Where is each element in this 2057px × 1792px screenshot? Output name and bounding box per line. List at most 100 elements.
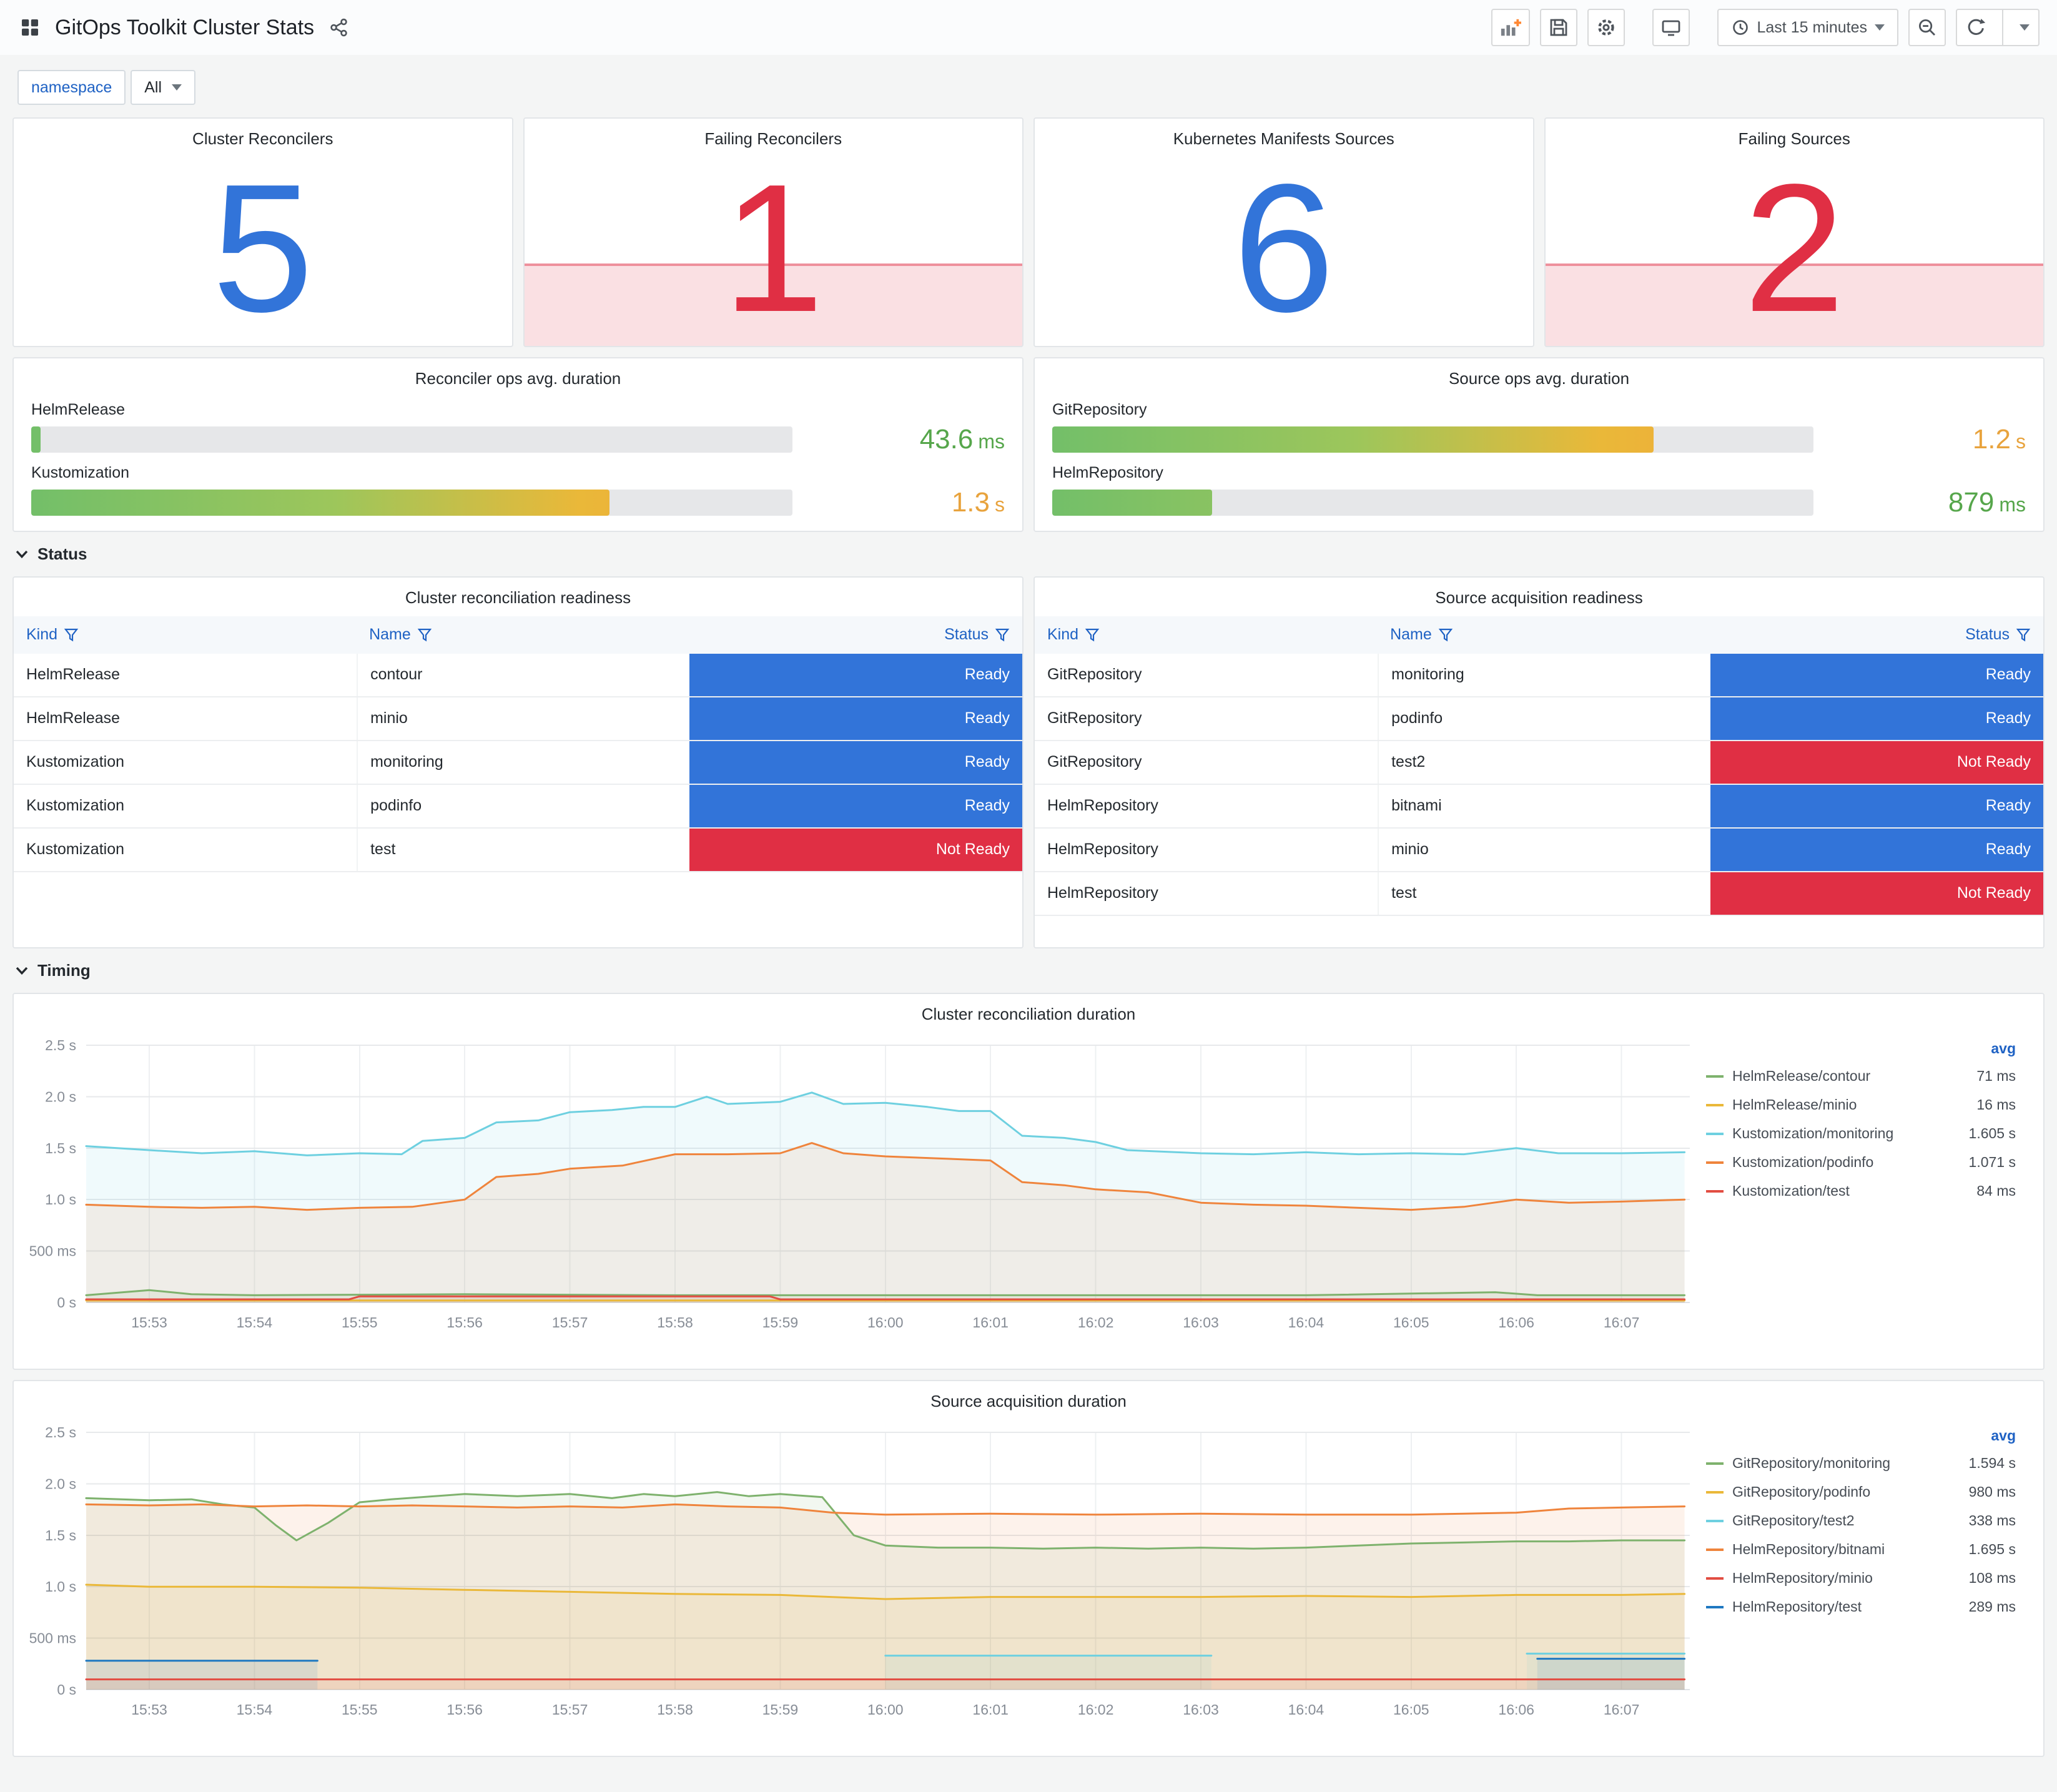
cell-kind: Kustomization <box>26 840 125 859</box>
legend-item[interactable]: GitRepository/podinfo 980 ms <box>1706 1478 2021 1507</box>
gauge-track <box>31 426 792 453</box>
time-range-picker[interactable]: Last 15 minutes <box>1717 9 1898 46</box>
svg-text:1.5 s: 1.5 s <box>45 1527 76 1543</box>
panel-title[interactable]: Cluster reconciliation readiness <box>14 578 1022 609</box>
save-dashboard-button[interactable] <box>1539 9 1577 46</box>
svg-text:1.0 s: 1.0 s <box>45 1191 76 1208</box>
section-status[interactable]: Status <box>15 544 2042 564</box>
series-name: GitRepository/test2 <box>1732 1512 1855 1529</box>
legend-item[interactable]: GitRepository/test2 338 ms <box>1706 1507 2021 1535</box>
series-color-dash <box>1706 1189 1724 1193</box>
legend-item[interactable]: Kustomization/monitoring 1.605 s <box>1706 1120 2021 1148</box>
panel-title[interactable]: Source acquisition readiness <box>1035 578 2043 609</box>
add-panel-button[interactable] <box>1491 9 1530 46</box>
svg-text:16:02: 16:02 <box>1078 1314 1114 1331</box>
share-button[interactable] <box>327 9 352 46</box>
svg-text:16:00: 16:00 <box>867 1701 904 1718</box>
legend-item[interactable]: HelmRelease/contour 71 ms <box>1706 1062 2021 1091</box>
status-badge: Not Ready <box>689 828 1022 871</box>
variable-namespace-value-dropdown[interactable]: All <box>131 70 196 105</box>
table-panel: Source acquisition readiness Kind Name Sta… <box>1033 576 2045 948</box>
panel-title[interactable]: Cluster Reconcilers <box>14 119 512 150</box>
legend-item[interactable]: Kustomization/test 84 ms <box>1706 1177 2021 1206</box>
svg-text:15:57: 15:57 <box>552 1701 588 1718</box>
chart-plot-area[interactable]: 0 s 500 ms 1.0 s 1.5 s 2.0 s 2.5 s 15:53 15:54 1… <box>19 1030 1699 1369</box>
svg-text:16:06: 16:06 <box>1498 1701 1534 1718</box>
gauge-rows: GitRepository 1.2 s HelmRepository 879 ms <box>1035 390 2043 518</box>
svg-text:16:03: 16:03 <box>1183 1701 1219 1718</box>
dashboard-body: Cluster Reconcilers 5 Failing Reconciler… <box>0 117 2057 1780</box>
panel-title[interactable]: Kubernetes Manifests Sources <box>1035 119 1533 150</box>
panel-title[interactable]: Source acquisition duration <box>14 1381 2043 1412</box>
panel-title[interactable]: Failing Sources <box>1546 119 2044 150</box>
legend-item[interactable]: HelmRelease/minio 16 ms <box>1706 1091 2021 1120</box>
cell-name: test2 <box>1378 741 1710 784</box>
chart-plot-area[interactable]: 0 s 500 ms 1.0 s 1.5 s 2.0 s 2.5 s 15:53 15:54 1… <box>19 1417 1699 1756</box>
column-header-name[interactable]: Name <box>1378 616 1710 654</box>
dashboard-settings-button[interactable] <box>1587 9 1625 46</box>
section-timing[interactable]: Timing <box>15 961 2042 980</box>
column-header-name[interactable]: Name <box>357 616 689 654</box>
column-header-status[interactable]: Status <box>1710 616 2043 654</box>
chevron-down-icon <box>16 967 28 975</box>
gauge-fill <box>1052 489 1212 516</box>
legend-item[interactable]: HelmRepository/minio 108 ms <box>1706 1564 2021 1593</box>
stat-value: 5 <box>212 145 313 347</box>
table-header-row: Kind Name Status <box>14 616 1022 654</box>
svg-text:16:05: 16:05 <box>1393 1701 1429 1718</box>
cycle-view-button[interactable] <box>1652 9 1690 46</box>
gauge-label: GitRepository <box>1052 400 1147 418</box>
table-row: HelmRelease minio Ready <box>14 697 1022 741</box>
timeseries-panel: Cluster reconciliation duration 0 s 500 m… <box>12 993 2045 1370</box>
panel-title[interactable]: Reconciler ops avg. duration <box>14 358 1022 390</box>
zoom-out-icon <box>1919 19 1935 36</box>
variable-namespace-label[interactable]: namespace <box>17 70 126 105</box>
svg-text:15:53: 15:53 <box>131 1701 167 1718</box>
status-badge: Not Ready <box>1710 872 2043 915</box>
status-badge: Ready <box>1710 653 2043 696</box>
refresh-interval-dropdown[interactable] <box>2011 10 2038 45</box>
stat-panel: Cluster Reconcilers 5 <box>12 117 513 347</box>
panel-title[interactable]: Source ops avg. duration <box>1035 358 2043 390</box>
status-badge: Ready <box>689 697 1022 740</box>
series-name: HelmRepository/minio <box>1732 1570 1873 1587</box>
series-avg-value: 1.071 s <box>1968 1154 2016 1171</box>
legend-item[interactable]: GitRepository/monitoring 1.594 s <box>1706 1449 2021 1478</box>
column-header-status[interactable]: Status <box>689 616 1022 654</box>
bar-chart-plus-icon <box>1501 19 1521 36</box>
zoom-out-time-button[interactable] <box>1908 9 1946 46</box>
bar-gauge-panel: Source ops avg. duration GitRepository 1… <box>1033 357 2045 532</box>
series-color-dash <box>1706 1605 1724 1608</box>
chevron-down-icon <box>16 550 28 558</box>
legend-item[interactable]: HelmRepository/test 289 ms <box>1706 1593 2021 1622</box>
gauge-label: Kustomization <box>31 463 130 481</box>
tv-icon <box>1662 20 1680 36</box>
legend-item[interactable]: HelmRepository/bitnami 1.695 s <box>1706 1535 2021 1564</box>
svg-text:15:55: 15:55 <box>342 1314 378 1331</box>
status-badge: Ready <box>1710 697 2043 740</box>
legend-item[interactable]: Kustomization/podinfo 1.071 s <box>1706 1148 2021 1177</box>
table-row: Kustomization podinfo Ready <box>14 784 1022 829</box>
svg-text:16:07: 16:07 <box>1604 1701 1640 1718</box>
dashboards-grid-icon[interactable] <box>17 9 42 46</box>
column-header-kind[interactable]: Kind <box>14 616 357 654</box>
refresh-button[interactable] <box>1957 10 1995 45</box>
table-row: Kustomization test Not Ready <box>14 828 1022 872</box>
chart-legend: avg GitRepository/monitoring 1.594 s GitRe… <box>1699 1417 2033 1756</box>
panel-title[interactable]: Cluster reconciliation duration <box>14 994 2043 1025</box>
gauge-row: HelmRepository 879 ms <box>1052 464 2026 518</box>
stat-value: 2 <box>1744 145 1845 347</box>
gauge-value: 879 ms <box>1948 486 2026 518</box>
refresh-icon <box>1968 19 1986 35</box>
stat-panel: Failing Sources 2 <box>1544 117 2045 347</box>
table-header-row: Kind Name Status <box>1035 616 2043 654</box>
legend-avg-header: avg <box>1991 1040 2016 1056</box>
svg-text:16:01: 16:01 <box>972 1314 1009 1331</box>
svg-text:16:05: 16:05 <box>1393 1314 1429 1331</box>
table-panels-row: Cluster reconciliation readiness Kind Nam… <box>12 576 2045 948</box>
status-badge: Ready <box>689 653 1022 696</box>
panel-title[interactable]: Failing Reconcilers <box>525 119 1023 150</box>
refresh-button-group <box>1956 9 2040 46</box>
svg-text:0 s: 0 s <box>57 1681 76 1698</box>
column-header-kind[interactable]: Kind <box>1035 616 1378 654</box>
